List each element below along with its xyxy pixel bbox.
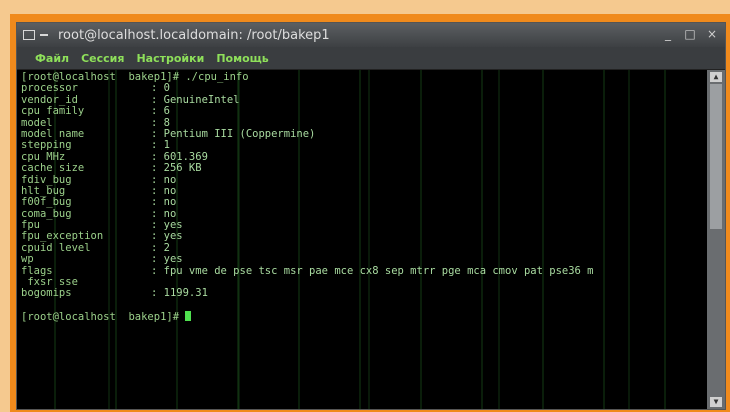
menu-session[interactable]: Сессия bbox=[81, 52, 124, 65]
field-value: : no bbox=[151, 173, 177, 186]
terminal-output[interactable]: [root@localhost bakep1]# ./cpu_info proc… bbox=[17, 70, 707, 409]
field-key: cache size bbox=[21, 162, 85, 175]
field-value: : yes bbox=[151, 253, 183, 266]
field-value: : no bbox=[151, 207, 177, 220]
output-row: hlt_bug: no bbox=[21, 184, 707, 197]
field-value: : 8 bbox=[151, 116, 170, 129]
field-value: : 2 bbox=[151, 241, 170, 254]
field-value: : 256 KB bbox=[151, 162, 202, 175]
terminal-window: root@localhost.localdomain: /root/bakep1… bbox=[16, 22, 726, 410]
output-row: vendor_id: GenuineIntel bbox=[21, 93, 707, 106]
window-menu-icon[interactable] bbox=[23, 30, 35, 40]
output-row: flags: fpu vme de pse tsc msr pae mce cx… bbox=[21, 264, 707, 277]
output-row: bogomips : 1199.31 bbox=[21, 287, 707, 300]
menu-file[interactable]: Файл bbox=[35, 52, 69, 65]
field-value: : fpu vme de pse tsc msr pae mce cx8 sep… bbox=[151, 264, 594, 277]
output-row: fpu: yes bbox=[21, 219, 707, 232]
menu-bar: Файл Сессия Настройки Помощь bbox=[17, 47, 725, 70]
field-value: : GenuineIntel bbox=[151, 93, 240, 106]
output-row: fpu_exception: yes bbox=[21, 230, 707, 243]
field-value: : Pentium III (Coppermine) bbox=[151, 127, 316, 140]
output-row: cpuid level : 2 bbox=[21, 241, 707, 254]
field-key: bogomips bbox=[21, 287, 72, 300]
field-key: cpuid level bbox=[21, 241, 91, 254]
output-row: model name: Pentium III (Coppermine) bbox=[21, 127, 707, 140]
output-row: f00f_bug : no bbox=[21, 196, 707, 209]
field-value: : yes bbox=[151, 230, 183, 243]
field-key: wp bbox=[21, 253, 34, 266]
output-row: fxsr sse bbox=[21, 276, 707, 288]
output-row: fdiv_bug: no bbox=[21, 173, 707, 186]
field-value: : no bbox=[151, 196, 177, 209]
shade-icon[interactable] bbox=[40, 34, 48, 36]
vertical-scrollbar[interactable]: ▲ ▼ bbox=[707, 70, 725, 409]
final-prompt-text: [root@localhost bakep1]# bbox=[21, 311, 186, 324]
scroll-up-arrow-icon[interactable]: ▲ bbox=[710, 72, 722, 82]
field-value: : 1 bbox=[151, 139, 170, 152]
window-title: root@localhost.localdomain: /root/bakep1 bbox=[58, 27, 330, 43]
field-value: : yes bbox=[151, 219, 183, 232]
orange-frame: root@localhost.localdomain: /root/bakep1… bbox=[10, 14, 730, 412]
close-button[interactable]: × bbox=[705, 27, 719, 41]
output-row: processor: 0 bbox=[21, 82, 707, 95]
scroll-down-arrow-icon[interactable]: ▼ bbox=[710, 397, 722, 407]
output-row: stepping: 1 bbox=[21, 139, 707, 152]
field-value: : 1199.31 bbox=[151, 287, 208, 300]
field-value: : no bbox=[151, 184, 177, 197]
menu-settings[interactable]: Настройки bbox=[136, 52, 204, 65]
field-key: coma_bug bbox=[21, 207, 72, 220]
text-cursor bbox=[185, 311, 192, 322]
field-key: cpu family bbox=[21, 105, 85, 118]
final-prompt: [root@localhost bakep1]# bbox=[21, 311, 707, 324]
field-value: : 0 bbox=[151, 82, 170, 95]
field-value: : 601.369 bbox=[151, 150, 208, 163]
output-row: cpu family : 6 bbox=[21, 105, 707, 118]
menu-help[interactable]: Помощь bbox=[216, 52, 268, 65]
scrollbar-thumb[interactable] bbox=[710, 84, 722, 229]
field-key: f00f_bug bbox=[21, 196, 72, 209]
minimize-button[interactable]: _ bbox=[661, 27, 675, 41]
output-row: coma_bug : no bbox=[21, 207, 707, 220]
title-bar[interactable]: root@localhost.localdomain: /root/bakep1… bbox=[17, 23, 725, 47]
output-row: cache size : 256 KB bbox=[21, 162, 707, 175]
output-row: cpu MHz: 601.369 bbox=[21, 150, 707, 163]
field-value: : 6 bbox=[151, 105, 170, 118]
maximize-button[interactable]: □ bbox=[683, 27, 697, 41]
command-line: [root@localhost bakep1]# ./cpu_info bbox=[21, 71, 249, 83]
output-row: model: 8 bbox=[21, 116, 707, 129]
